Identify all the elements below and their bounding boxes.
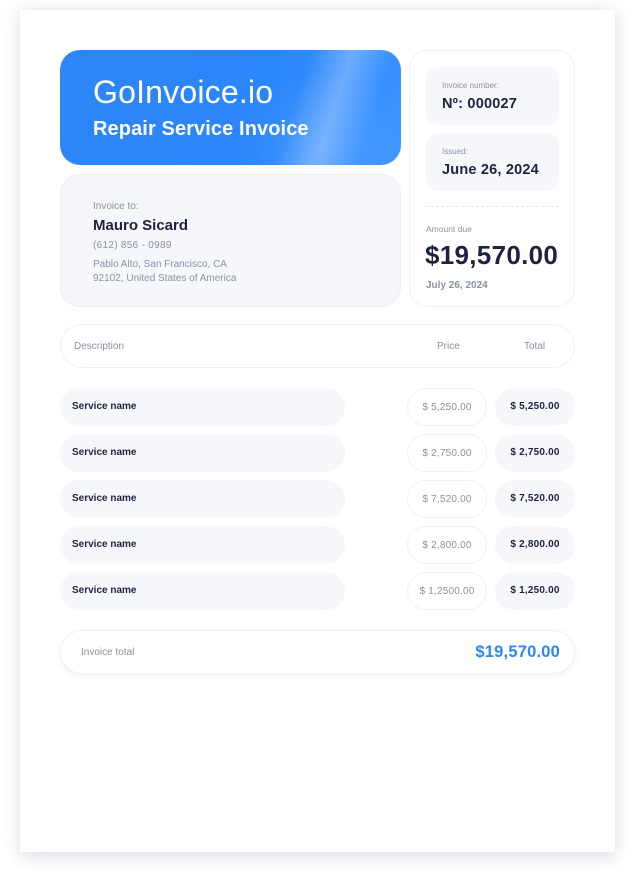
issued-date-box: Issued: June 26, 2024	[426, 133, 559, 191]
items-table-body: Service name $ 5,250.00 $ 5,250.00 Servi…	[60, 388, 575, 618]
column-header-total: Total	[524, 341, 546, 352]
brand-name: GoInvoice.io	[93, 74, 274, 110]
column-header-price: Price	[437, 341, 460, 352]
invoice-number: Nº: 000027	[442, 96, 518, 112]
item-total: $ 1,250.00	[495, 572, 575, 610]
client-address-line1: Pablo Alto, San Francisco, CA	[93, 259, 227, 270]
item-price: $ 2,800.00	[407, 526, 487, 564]
invoice-total-bar: Invoice total $19,570.00	[60, 630, 575, 674]
item-description: Service name	[60, 526, 345, 564]
issued-label: Issued:	[442, 147, 468, 156]
item-description: Service name	[60, 572, 345, 610]
invoice-number-label: Invoice number:	[442, 81, 499, 90]
bill-to-label: Invoice to:	[93, 201, 139, 212]
bill-to-card: Invoice to: Mauro Sicard (612) 856 - 098…	[60, 174, 401, 307]
column-header-description: Description	[74, 341, 125, 352]
table-row: Service name $ 2,800.00 $ 2,800.00	[60, 526, 575, 564]
issued-date: June 26, 2024	[442, 162, 539, 178]
item-total: $ 2,750.00	[495, 434, 575, 472]
item-description: Service name	[60, 388, 345, 426]
client-phone: (612) 856 - 0989	[93, 240, 172, 251]
items-table-header: Description Price Total	[60, 324, 575, 368]
invoice-meta-card: Invoice number: Nº: 000027 Issued: June …	[409, 50, 575, 307]
item-price: $ 7,520.00	[407, 480, 487, 518]
item-price: $ 2,750.00	[407, 434, 487, 472]
table-row: Service name $ 1,2500.00 $ 1,250.00	[60, 572, 575, 610]
invoice-total-amount: $19,570.00	[475, 643, 560, 661]
amount-due: $19,570.00	[425, 240, 559, 270]
item-total: $ 2,800.00	[495, 526, 575, 564]
table-row: Service name $ 7,520.00 $ 7,520.00	[60, 480, 575, 518]
client-address: Pablo Alto, San Francisco, CA 92102, Uni…	[93, 258, 236, 286]
item-price: $ 5,250.00	[407, 388, 487, 426]
meta-divider	[426, 206, 559, 207]
amount-due-label: Amount due	[426, 224, 472, 234]
item-price: $ 1,2500.00	[407, 572, 487, 610]
table-row: Service name $ 5,250.00 $ 5,250.00	[60, 388, 575, 426]
due-date: July 26, 2024	[426, 280, 488, 291]
table-row: Service name $ 2,750.00 $ 2,750.00	[60, 434, 575, 472]
item-total: $ 5,250.00	[495, 388, 575, 426]
item-total: $ 7,520.00	[495, 480, 575, 518]
item-description: Service name	[60, 434, 345, 472]
invoice-total-label: Invoice total	[81, 647, 135, 658]
invoice-type-title: Repair Service Invoice	[93, 118, 309, 140]
brand-header-card: GoInvoice.io Repair Service Invoice	[60, 50, 401, 165]
client-name: Mauro Sicard	[93, 217, 189, 234]
invoice-number-box: Invoice number: Nº: 000027	[426, 67, 559, 125]
client-address-line2: 92102, United States of America	[93, 273, 237, 284]
item-description: Service name	[60, 480, 345, 518]
